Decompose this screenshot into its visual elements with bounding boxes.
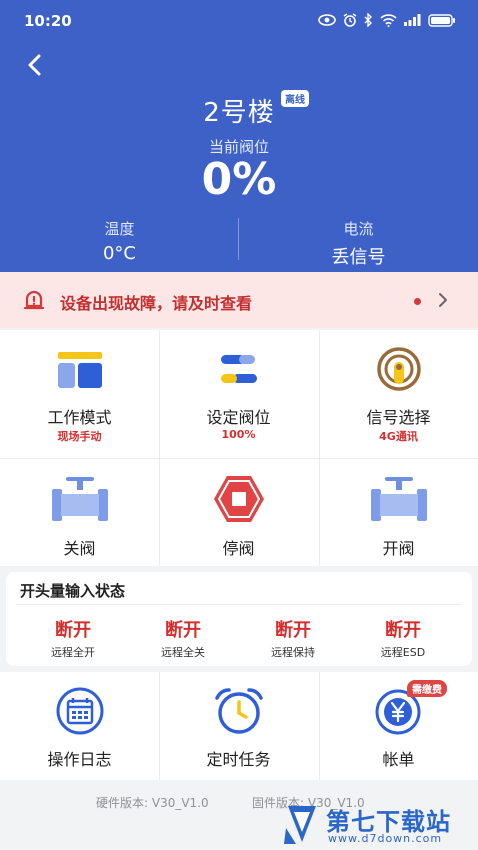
switch-name: 远程ESD <box>380 646 426 659</box>
payment-due-badge: 需缴费 <box>407 680 447 697</box>
stop-valve-button[interactable]: 停阀 <box>159 459 318 566</box>
close-valve-label: 关阀 <box>63 539 96 558</box>
alert-text: 设备出现故障，请及时查看 <box>60 294 253 313</box>
current-stat: 电流 丢信号 <box>239 218 478 269</box>
switch-state: 断开 <box>275 620 311 641</box>
signal-select-label: 信号选择 <box>366 408 431 427</box>
switch-status-title: 开头量输入状态 <box>20 582 126 600</box>
bill-button[interactable]: 需缴费 帐单 <box>319 672 478 780</box>
watermark-url: www.d7down.com <box>328 832 443 845</box>
device-header: 10:20 2号楼 离线 当前阀位 0% 温度 0°C 电流 丢信号 <box>0 0 478 272</box>
valve-setting-icon <box>221 355 257 383</box>
alarm-bell-icon <box>23 290 45 310</box>
set-valve-position-label: 设定阀位 <box>206 408 271 427</box>
scheduled-task-label: 定时任务 <box>206 750 271 769</box>
switch-status-divider <box>16 604 462 605</box>
status-bar: 10:20 <box>0 0 478 44</box>
status-icons <box>318 13 456 27</box>
back-button[interactable] <box>20 50 50 80</box>
calendar-log-icon <box>56 687 104 735</box>
set-valve-position-button[interactable]: 设定阀位 100% <box>159 330 318 458</box>
switch-item-remote-open: 断开 远程全开 <box>18 616 128 660</box>
wifi-icon <box>380 13 397 27</box>
switch-item-remote-close: 断开 远程全关 <box>128 616 238 660</box>
open-valve-button[interactable]: 开阀 <box>319 459 478 566</box>
alarm-clock-icon <box>215 688 263 734</box>
switch-name: 远程保持 <box>271 646 315 659</box>
stop-valve-label: 停阀 <box>222 539 255 558</box>
switch-input-status-card: 开头量输入状态 断开 远程全开 断开 远程全关 断开 远程保持 断开 远程ESD <box>6 572 472 666</box>
chevron-right-icon <box>439 293 447 307</box>
current-label: 电流 <box>343 220 374 238</box>
bill-label: 帐单 <box>382 750 415 769</box>
signal-select-button[interactable]: 信号选择 4G通讯 <box>319 330 478 458</box>
temperature-value: 0°C <box>102 243 137 264</box>
temperature-label: 温度 <box>104 220 135 238</box>
bottom-action-grid: 操作日志 定时任务 需缴费 帐单 <box>0 672 478 780</box>
close-valve-button[interactable]: 关阀 <box>0 459 159 566</box>
work-mode-label: 工作模式 <box>47 408 112 427</box>
scheduled-task-button[interactable]: 定时任务 <box>159 672 318 780</box>
device-title: 2号楼 <box>203 98 275 128</box>
operation-log-button[interactable]: 操作日志 <box>0 672 159 780</box>
eye-icon <box>318 14 336 26</box>
signal-select-value: 4G通讯 <box>379 430 418 443</box>
bluetooth-icon <box>364 13 372 27</box>
current-value: 丢信号 <box>331 247 386 268</box>
alert-unread-dot <box>414 298 421 305</box>
device-title-wrap: 2号楼 离线 <box>0 90 478 129</box>
watermark-logo <box>284 806 316 844</box>
signal-icon <box>404 14 421 26</box>
work-mode-icon <box>58 352 102 388</box>
alarm-icon <box>343 13 357 27</box>
control-grid: 工作模式 现场手动 设定阀位 100% 信号选择 4G通讯 关阀 停阀 开阀 <box>0 330 478 566</box>
valve-stop-icon <box>214 476 264 522</box>
battery-icon <box>428 13 455 27</box>
switch-name: 远程全关 <box>161 646 205 659</box>
valve-open-icon <box>371 477 427 521</box>
valve-close-icon <box>52 477 108 521</box>
switch-state: 断开 <box>55 620 91 641</box>
temperature-stat: 温度 0°C <box>0 218 239 264</box>
hardware-version: 硬件版本: V30_V1.0 <box>96 796 209 810</box>
switch-state: 断开 <box>385 620 421 641</box>
switch-name: 远程全开 <box>51 646 95 659</box>
offline-badge: 离线 <box>281 90 309 107</box>
fault-alert-banner[interactable]: 设备出现故障，请及时查看 <box>0 272 478 328</box>
operation-log-label: 操作日志 <box>47 750 112 769</box>
watermark: 第七下载站 www.d7down.com <box>282 800 478 850</box>
work-mode-value: 现场手动 <box>57 430 102 443</box>
switch-state: 断开 <box>165 620 201 641</box>
switch-item-remote-esd: 断开 远程ESD <box>348 616 458 660</box>
open-valve-label: 开阀 <box>382 539 415 558</box>
valve-position-value: 0% <box>201 154 277 205</box>
signal-select-icon <box>377 347 421 391</box>
work-mode-button[interactable]: 工作模式 现场手动 <box>0 330 159 458</box>
status-time: 10:20 <box>24 12 72 30</box>
set-valve-position-value: 100% <box>221 428 256 441</box>
switch-item-remote-hold: 断开 远程保持 <box>238 616 348 660</box>
